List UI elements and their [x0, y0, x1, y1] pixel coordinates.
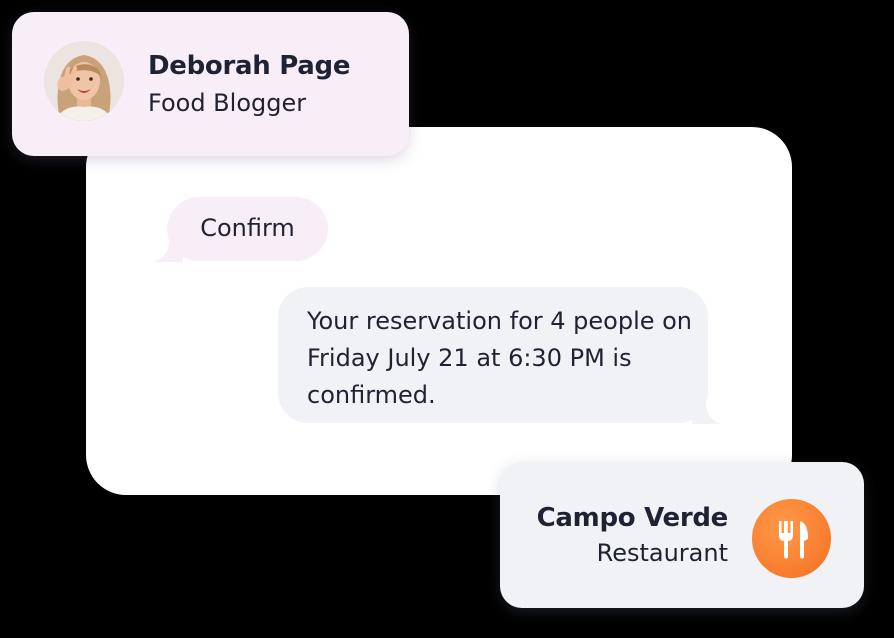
business-type: Restaurant: [596, 539, 728, 567]
user-avatar-icon: [44, 41, 124, 121]
incoming-message-bubble: Confirm: [153, 197, 328, 262]
business-card: Campo Verde Restaurant: [500, 462, 864, 608]
sender-name: Deborah Page: [148, 51, 351, 81]
sender-role: Food Blogger: [148, 89, 307, 117]
conversation-illustration: Deborah Page Food Blogger Confirm Your r…: [0, 0, 894, 638]
business-name: Campo Verde: [536, 503, 729, 533]
sender-card: Deborah Page Food Blogger: [12, 12, 409, 156]
outgoing-message-bubble: Your reservation for 4 people on Friday …: [278, 287, 722, 424]
incoming-message-text: Confirm: [200, 214, 295, 242]
fork-knife-icon: [752, 499, 831, 578]
avatar: [44, 41, 124, 121]
outgoing-message-text: Your reservation for 4 people on Friday …: [307, 307, 693, 409]
